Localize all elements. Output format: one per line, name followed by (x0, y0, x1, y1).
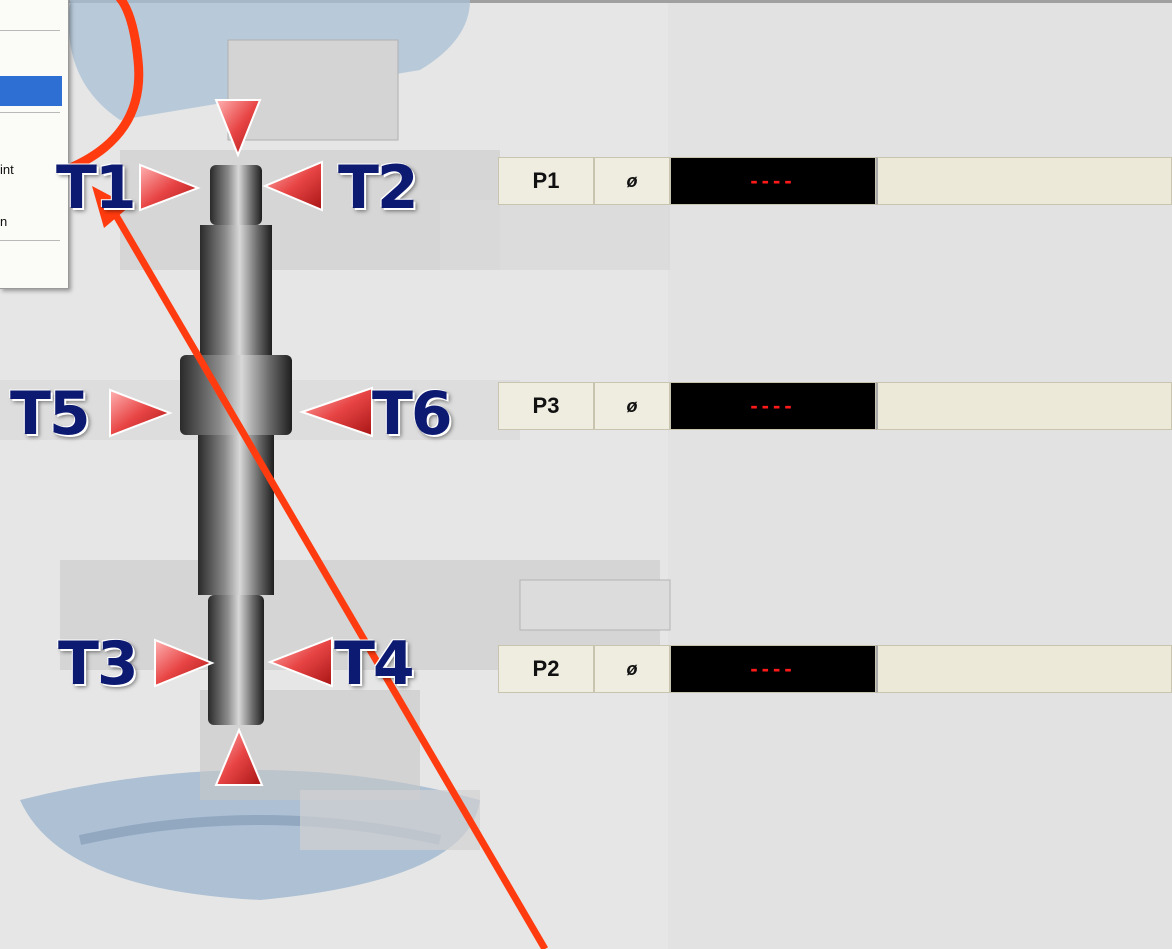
measurement-value: ---- (670, 382, 876, 430)
measurement-bar (876, 645, 1172, 693)
measurement-value: ---- (670, 157, 876, 205)
menu-separator (0, 112, 60, 113)
tag-t6: T6 (372, 379, 453, 449)
diameter-symbol: ø (594, 157, 670, 205)
menu-item[interactable]: n (0, 214, 7, 229)
tag-t4: T4 (334, 629, 415, 699)
tag-t3: T3 (58, 629, 139, 699)
diameter-symbol: ø (594, 645, 670, 693)
menu-separator (0, 240, 60, 241)
tag-t5: T5 (10, 379, 91, 449)
measurement-row-p2: P2 ø ---- (498, 645, 1172, 693)
diameter-symbol: ø (594, 382, 670, 430)
menu-item[interactable]: int (0, 162, 14, 177)
measurement-value: ---- (670, 645, 876, 693)
menu-separator (0, 30, 60, 31)
tag-t2: T2 (338, 153, 419, 223)
measurement-bar (876, 382, 1172, 430)
point-label: P1 (498, 157, 594, 205)
menu-item-highlighted[interactable] (0, 76, 62, 106)
measurement-row-p3: P3 ø ---- (498, 382, 1172, 430)
data-panel-background (668, 0, 1172, 949)
measurement-row-p1: P1 ø ---- (498, 157, 1172, 205)
context-menu: int n (0, 0, 69, 289)
machine-illustration (0, 0, 671, 949)
point-label: P3 (498, 382, 594, 430)
tag-t1: T1 (56, 153, 137, 223)
measurement-bar (876, 157, 1172, 205)
point-label: P2 (498, 645, 594, 693)
